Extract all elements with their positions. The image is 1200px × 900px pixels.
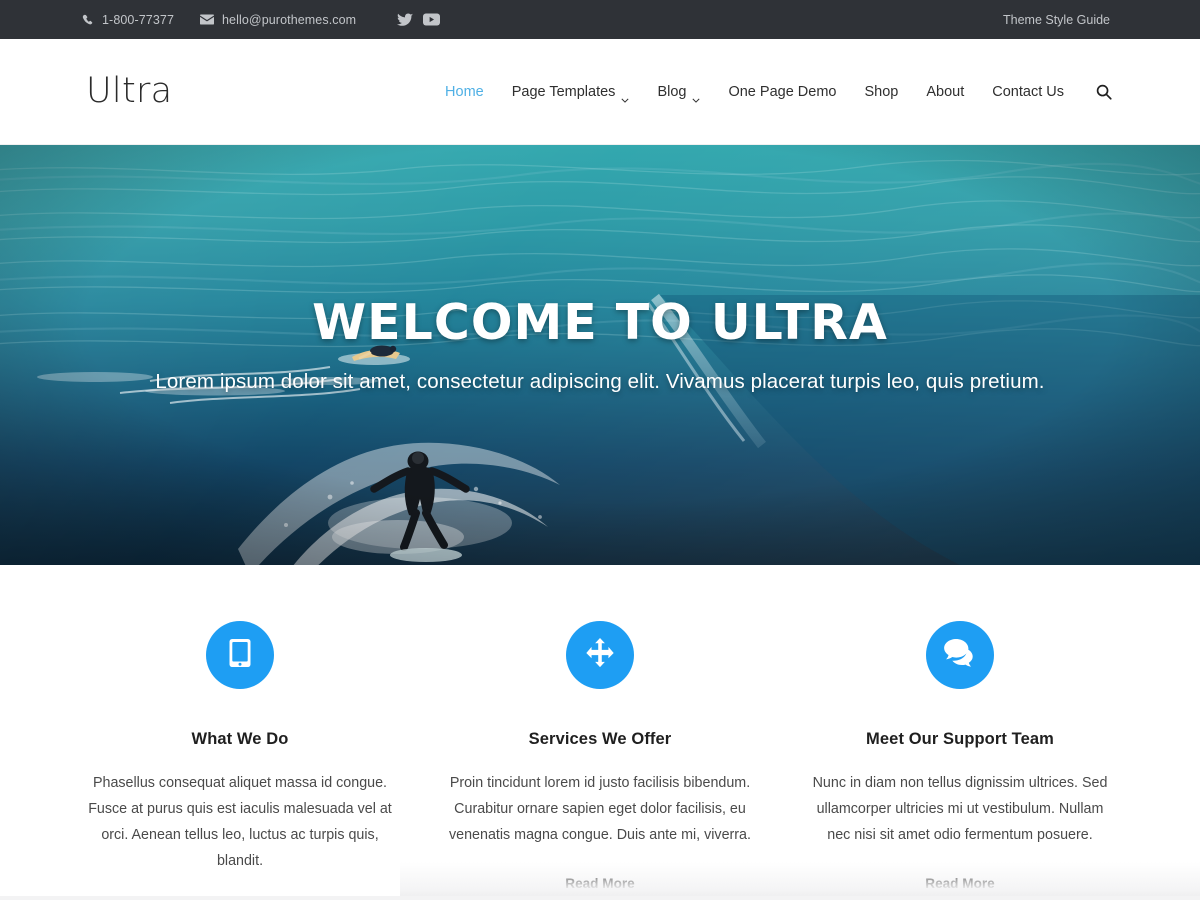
email-address: hello@purothemes.com [222,13,356,27]
site-header: Ultra Home Page Templates Blog One Page … [0,39,1200,145]
twitter-icon[interactable] [396,12,413,27]
theme-style-guide-link[interactable]: Theme Style Guide [1003,13,1110,27]
feature-body: Proin tincidunt lorem id justo facilisis… [448,770,752,848]
feature-body: Nunc in diam non tellus dignissim ultric… [808,770,1112,848]
site-logo[interactable]: Ultra [86,74,172,109]
feature-column-services-we-offer: Services We Offer Proin tincidunt lorem … [420,621,780,900]
nav-item-one-page-demo[interactable]: One Page Demo [714,84,850,100]
envelope-icon [200,14,214,25]
nav-item-about[interactable]: About [912,84,978,100]
topbar-contact-group: 1-800-77377 hello@purothemes.com [82,12,440,27]
feature-title: What We Do [88,730,392,749]
nav-label: Page Templates [512,84,616,100]
move-arrows-icon [585,638,615,673]
feature-icon-circle[interactable] [206,621,274,689]
feature-icon-circle[interactable] [926,621,994,689]
nav-label: One Page Demo [728,84,836,100]
nav-label: Home [445,84,484,100]
phone-number: 1-800-77377 [102,13,174,27]
comments-icon [944,639,976,672]
nav-label: Shop [864,84,898,100]
chevron-down-icon [692,91,700,96]
search-icon[interactable] [1078,84,1112,100]
nav-item-contact-us[interactable]: Contact Us [978,84,1078,100]
nav-label: Contact Us [992,84,1064,100]
features-section: What We Do Phasellus consequat aliquet m… [0,565,1200,900]
feature-title: Services We Offer [448,730,752,749]
next-section-edge [400,862,1200,900]
nav-label: Blog [657,84,686,100]
tablet-icon [227,638,253,673]
feature-column-what-we-do: What We Do Phasellus consequat aliquet m… [60,621,420,900]
page-bottom-divider [0,896,1200,900]
hero-content: WELCOME TO ULTRA Lorem ipsum dolor sit a… [0,297,1200,394]
hero-title: WELCOME TO ULTRA [0,297,1200,348]
feature-icon-circle[interactable] [566,621,634,689]
top-utility-bar: 1-800-77377 hello@purothemes.com [0,0,1200,39]
nav-item-shop[interactable]: Shop [850,84,912,100]
email-link[interactable]: hello@purothemes.com [200,13,356,27]
hero-subtitle: Lorem ipsum dolor sit amet, consectetur … [0,370,1200,394]
nav-item-page-templates[interactable]: Page Templates [498,84,644,100]
feature-title: Meet Our Support Team [808,730,1112,749]
chevron-down-icon [621,91,629,96]
social-links [396,12,440,27]
feature-body: Phasellus consequat aliquet massa id con… [88,770,392,875]
youtube-icon[interactable] [423,12,440,27]
feature-column-meet-our-support-team: Meet Our Support Team Nunc in diam non t… [780,621,1140,900]
nav-item-home[interactable]: Home [431,84,498,100]
hero-banner: WELCOME TO ULTRA Lorem ipsum dolor sit a… [0,145,1200,565]
phone-link[interactable]: 1-800-77377 [82,13,174,27]
phone-icon [82,14,94,26]
main-navigation: Home Page Templates Blog One Page Demo S… [431,84,1112,100]
nav-label: About [926,84,964,100]
nav-item-blog[interactable]: Blog [643,84,714,100]
